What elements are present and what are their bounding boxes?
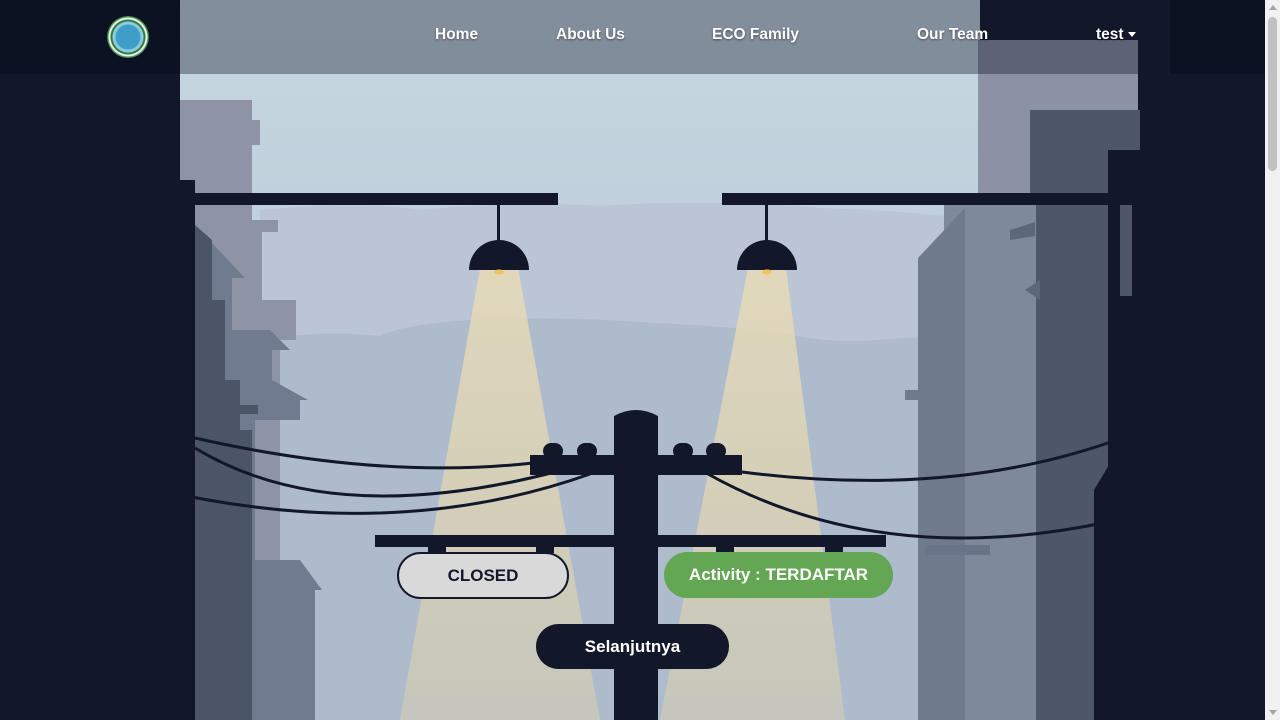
nav-link-home[interactable]: Home bbox=[435, 26, 478, 44]
vertical-scrollbar[interactable] bbox=[1265, 0, 1280, 720]
scroll-up-arrow-icon[interactable] bbox=[1269, 5, 1277, 10]
scrollbar-thumb[interactable] bbox=[1268, 17, 1277, 171]
activity-status-button[interactable]: Activity : TERDAFTAR bbox=[664, 552, 893, 598]
user-dropdown-toggle[interactable]: test bbox=[1096, 26, 1136, 44]
nav-link-eco-family[interactable]: ECO Family bbox=[712, 26, 799, 44]
next-button[interactable]: Selanjutnya bbox=[536, 624, 729, 669]
earth-logo-icon[interactable] bbox=[107, 16, 149, 58]
caret-down-icon bbox=[1127, 32, 1136, 38]
navbar-left-panel bbox=[0, 0, 180, 74]
user-dropdown-label: test bbox=[1096, 26, 1124, 43]
top-navbar: Home About Us ECO Family Our Team test bbox=[0, 0, 1265, 74]
nav-link-our-team[interactable]: Our Team bbox=[917, 26, 988, 44]
scroll-down-arrow-icon[interactable] bbox=[1269, 710, 1277, 715]
city-night-background bbox=[0, 0, 1265, 720]
nav-link-about-us[interactable]: About Us bbox=[556, 26, 625, 44]
navbar-right-panel bbox=[1170, 0, 1265, 74]
closed-status-button[interactable]: CLOSED bbox=[397, 552, 569, 599]
